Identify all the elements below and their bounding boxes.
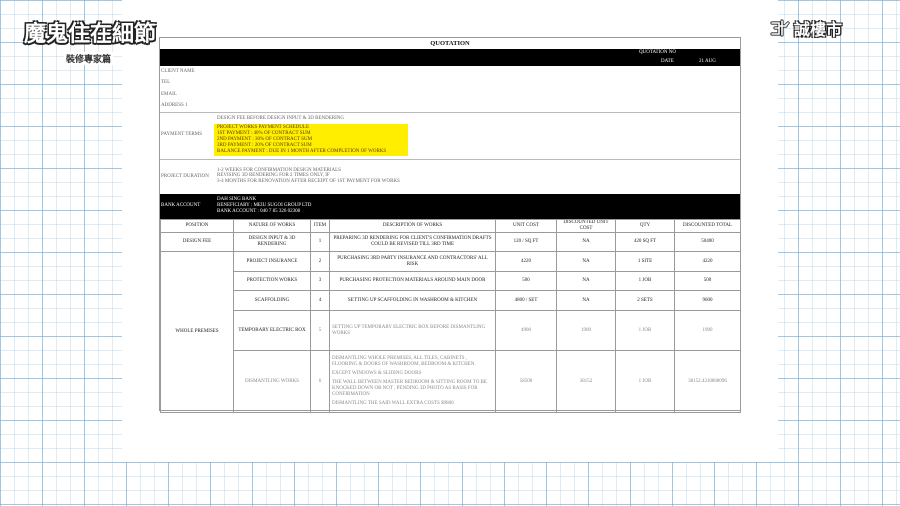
bank-account-label: BANK ACCOUNT xyxy=(161,203,201,208)
nature-cell: SCAFFOLDING xyxy=(233,290,311,311)
column-header: DISCOUNTED TOTAL xyxy=(674,219,741,233)
nature-cell: DESIGN INPUT & 3D RENDERING xyxy=(233,232,311,252)
duration-line: 3-4 MONTHS FOR RENOVATION AFTER RECEIPT … xyxy=(217,179,400,184)
bank-line: BANK ACCOUNT : 040 7 85 326 02308 xyxy=(217,209,301,214)
client-name-field: CLIENT NAME xyxy=(161,69,195,74)
unit-cost-cell: 4900 xyxy=(495,310,557,351)
description-cell: SETTING UP SCAFFOLDING IN WASHROOM & KIT… xyxy=(329,290,496,311)
qty-cell: 2 SETS xyxy=(615,290,675,311)
table-row: SCAFFOLDING 4 SETTING UP SCAFFOLDING IN … xyxy=(161,290,741,311)
position-cell: DESIGN FEE xyxy=(160,232,234,252)
unit-cost-cell: 4800 / SET xyxy=(495,290,557,311)
divider xyxy=(160,112,740,113)
description-cell: PURCHASING PROTECTION MATERIALS AROUND M… xyxy=(329,271,496,291)
qty-cell: 1 JOB xyxy=(615,350,675,413)
description-paragraph: THE WALL BETWEEN MASTER BEDROOM & SITTIN… xyxy=(332,380,487,397)
description-cell: SETTING UP TEMPORARY ELECTRIC BOX BEFORE… xyxy=(329,310,496,351)
column-header: DISCOUNTED UNIT COST xyxy=(556,219,616,233)
column-header: UNIT COST xyxy=(495,219,557,233)
payment-terms-label: PAYMENT TERMS xyxy=(161,132,202,137)
bank-account-band: BANK ACCOUNT DAH SING BANK BENEFICIARY :… xyxy=(160,194,740,219)
discounted-total-cell: 1900 xyxy=(674,310,741,351)
item-cell: 4 xyxy=(310,290,330,311)
address-field: ADDRESS 1 xyxy=(161,103,188,108)
qty-cell: 1 JOB xyxy=(615,310,675,351)
design-fee-note: DESIGN FEE BEFORE DESIGN INPUT & 3D REND… xyxy=(217,116,344,121)
brand-mark-icon xyxy=(770,19,790,37)
item-cell: 3 xyxy=(310,271,330,291)
nature-cell: TEMPORARY ELECTRIC BOX xyxy=(233,310,311,351)
item-cell: 2 xyxy=(310,251,330,272)
unit-cost-cell: 58500 xyxy=(495,350,557,413)
nature-cell: PROJECT INSURANCE xyxy=(233,251,311,272)
table-header-row: POSITION NATURE OF WORKS ITEM DESCRIPTIO… xyxy=(160,219,741,233)
quotation-document: QUOTATION QUOTATION NO DATE 21 AUG CLIEN… xyxy=(159,37,741,413)
description-paragraph: EXCEPT WINDOWS & SLIDING DOORS xyxy=(332,371,422,376)
quotation-header-bar: QUOTATION NO DATE 21 AUG xyxy=(160,49,740,66)
qty-cell: 1 JOB xyxy=(615,271,675,291)
qty-cell: 420 SQ FT xyxy=(615,232,675,252)
discounted-total-cell: 38152.4310868096 xyxy=(674,350,741,413)
divider xyxy=(160,159,740,160)
payment-schedule-highlight: PROJECT WORKS PAYMENT SCHEDULE 1ST PAYME… xyxy=(214,124,408,156)
item-cell: 5 xyxy=(310,310,330,351)
quotation-title: QUOTATION xyxy=(430,40,470,47)
table-row: WHOLE PREMISES PROJECT INSURANCE 2 PURCH… xyxy=(160,251,741,413)
table-row: TEMPORARY ELECTRIC BOX 5 SETTING UP TEMP… xyxy=(161,310,741,351)
position-cell: WHOLE PREMISES xyxy=(160,251,234,413)
description-paragraph: DISMANTLING WHOLE PREMISES, ALL TILES, C… xyxy=(332,356,476,367)
column-header: QTY xyxy=(615,219,675,233)
tel-field: TEL xyxy=(161,80,171,85)
project-duration-label: PROJECT DURATION xyxy=(161,174,209,179)
table-row: DISMANTLING WORKS 6 DISMANTLING WHOLE PR… xyxy=(161,350,741,413)
email-field: EMAIL xyxy=(161,92,177,97)
unit-cost-cell: 500 xyxy=(495,271,557,291)
quotation-table: POSITION NATURE OF WORKS ITEM DESCRIPTIO… xyxy=(160,219,741,413)
column-header: DESCRIPTION OF WORKS xyxy=(329,219,496,233)
nature-cell: PROTECTION WORKS xyxy=(233,271,311,291)
date-value: 21 AUG xyxy=(699,59,716,64)
discounted-unit-cost-cell: 38152 xyxy=(556,350,616,413)
column-header: ITEM xyxy=(310,219,330,233)
table-row: DESIGN FEE DESIGN INPUT & 3D RENDERING 1… xyxy=(160,232,741,252)
discounted-unit-cost-cell: 1900 xyxy=(556,310,616,351)
discounted-total-cell: 4220 xyxy=(674,251,741,272)
discounted-unit-cost-cell: NA xyxy=(556,290,616,311)
description-cell: PREPARING 3D RENDERING FOR CLIENT'S CONF… xyxy=(329,232,496,252)
discounted-total-cell: 500 xyxy=(674,271,741,291)
unit-cost-cell: 4220 xyxy=(495,251,557,272)
channel-logo-subtitle: 裝修專家篇 xyxy=(64,52,114,65)
description-cell: PURCHASING 3RD PARTY INSURANCE AND CONTR… xyxy=(329,251,496,272)
channel-logo-left: 魔鬼住在細節 xyxy=(24,22,157,47)
description-cell: DISMANTLING WHOLE PREMISES, ALL TILES, C… xyxy=(329,350,496,413)
nature-cell: DISMANTLING WORKS xyxy=(233,350,311,413)
discounted-unit-cost-cell: NA xyxy=(556,271,616,291)
table-row: PROTECTION WORKS 3 PURCHASING PROTECTION… xyxy=(161,271,741,291)
discounted-unit-cost-cell: NA xyxy=(556,232,616,252)
qty-cell: 1 SITE xyxy=(615,251,675,272)
discounted-total-cell: 50400 xyxy=(674,232,741,252)
discounted-total-cell: 9600 xyxy=(674,290,741,311)
channel-logo-right: 誠樓市 xyxy=(770,16,842,40)
description-paragraph: DISMANTLING THE SAID WALL EXTRA COSTS $9… xyxy=(332,401,454,406)
item-cell: 6 xyxy=(310,350,330,413)
discounted-unit-cost-cell: NA xyxy=(556,251,616,272)
channel-logo-right-text: 誠樓市 xyxy=(794,20,843,39)
column-header: NATURE OF WORKS xyxy=(233,219,311,233)
quotation-no-label: QUOTATION NO xyxy=(639,50,676,55)
payment-schedule-line: BALANCE PAYMENT : DUE IN 1 MONTH AFTER C… xyxy=(217,149,387,154)
item-cell: 1 xyxy=(310,232,330,252)
unit-cost-cell: 120 / SQ FT xyxy=(495,232,557,252)
date-label: DATE xyxy=(661,59,674,64)
column-header: POSITION xyxy=(160,219,234,233)
